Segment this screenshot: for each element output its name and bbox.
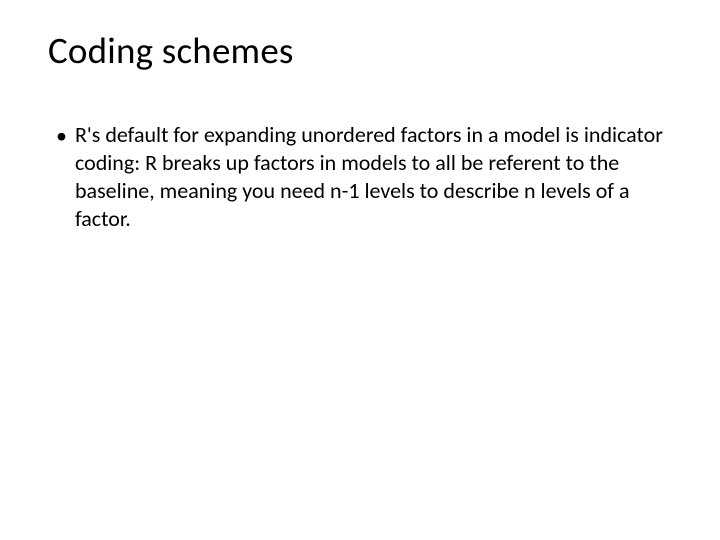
bullet-marker: • [56, 122, 67, 150]
bullet-text: R's default for expanding unordered fact… [75, 121, 672, 234]
slide-title: Coding schemes [48, 28, 672, 73]
slide-content: • R's default for expanding unordered fa… [48, 121, 672, 234]
slide-container: Coding schemes • R's default for expandi… [0, 0, 720, 540]
bullet-item: • R's default for expanding unordered fa… [56, 121, 672, 234]
